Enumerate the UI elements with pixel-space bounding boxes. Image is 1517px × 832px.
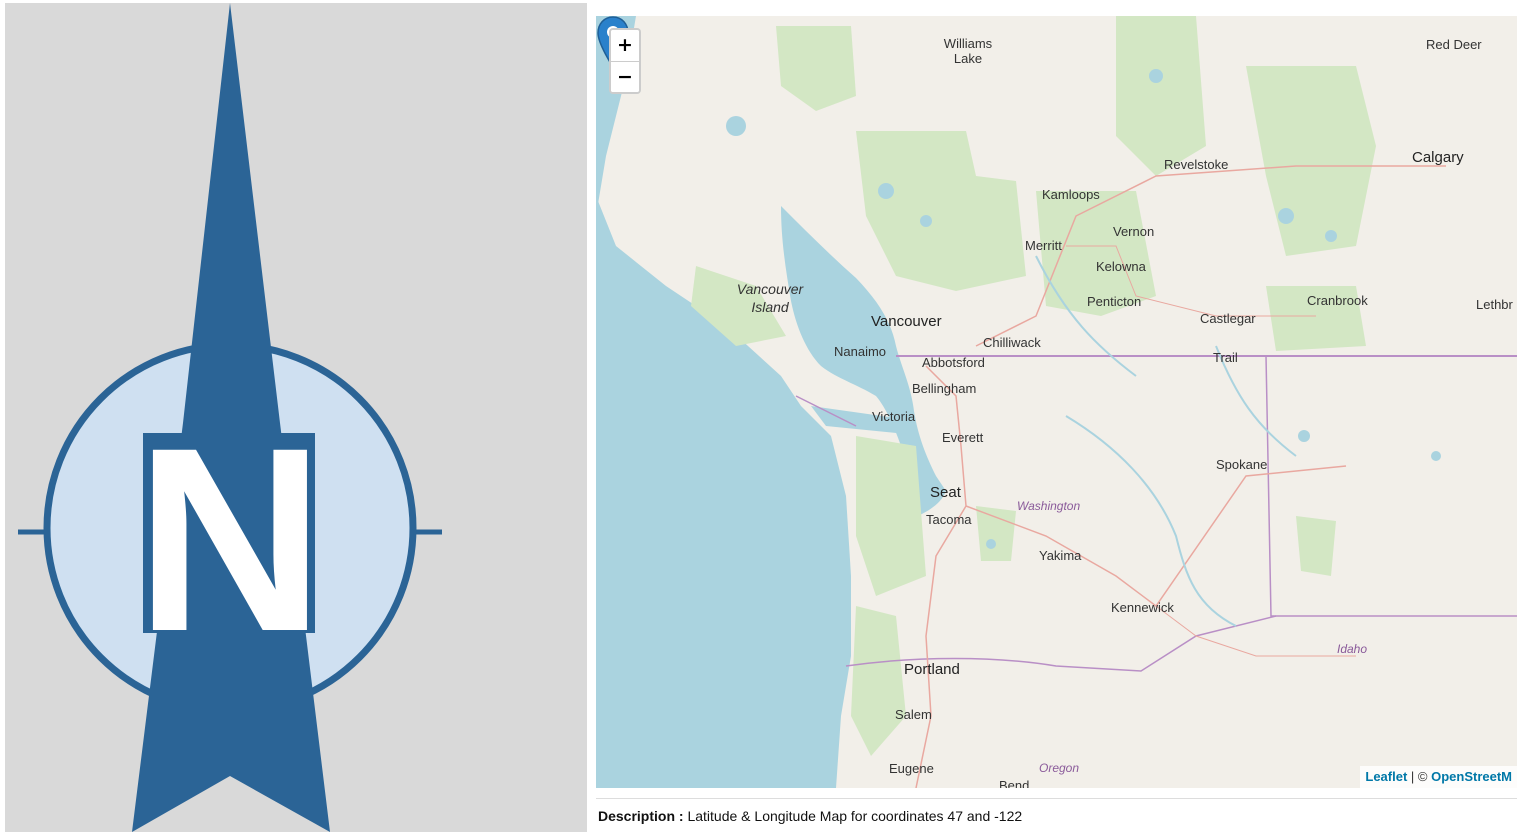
description: Description : Latitude & Longitude Map f…	[598, 808, 1022, 824]
map-label-chilliwack: Chilliwack	[983, 335, 1041, 350]
compass-logo-icon: N	[18, 3, 442, 832]
map-label-vancouver-island: Vancouver Island	[736, 281, 804, 315]
divider	[596, 798, 1517, 799]
map-label-williams-lake: Williams Lake	[943, 36, 993, 66]
map-label-tacoma: Tacoma	[926, 512, 972, 527]
map-label-nanaimo: Nanaimo	[834, 344, 887, 359]
map-label-penticton: Penticton	[1087, 294, 1142, 309]
map-label-vancouver: Vancouver	[871, 313, 942, 330]
map-label-kelowna: Kelowna	[1096, 259, 1146, 274]
map-tiles[interactable]	[596, 16, 1517, 788]
map-label-victoria: Victoria	[872, 409, 916, 424]
leaflet-link[interactable]: Leaflet	[1365, 769, 1407, 784]
map-label-idaho: Idaho	[1337, 642, 1368, 656]
map-label-yakima: Yakima	[1039, 548, 1082, 563]
zoom-out-button[interactable]: −	[611, 62, 639, 92]
map-view[interactable]: Williams Lake Red Deer Revelstoke Calgar…	[596, 16, 1517, 788]
map-label-trail: Trail	[1213, 350, 1238, 365]
map-label-kennewick: Kennewick	[1111, 600, 1174, 615]
zoom-in-button[interactable]: +	[611, 30, 639, 62]
map-label-salem: Salem	[895, 707, 932, 722]
compass-logo-panel: N	[5, 3, 587, 832]
map-label-merritt: Merritt	[1025, 238, 1062, 253]
map-label-spokane: Spokane	[1216, 457, 1268, 472]
map-label-portland: Portland	[904, 661, 960, 678]
map-label-castlegar: Castlegar	[1200, 311, 1256, 326]
map-label-cranbrook: Cranbrook	[1307, 293, 1368, 308]
map-label-calgary: Calgary	[1412, 149, 1464, 166]
map-label-washington: Washington	[1017, 499, 1081, 513]
map-label-vernon: Vernon	[1113, 224, 1155, 239]
map-label-revelstoke: Revelstoke	[1164, 157, 1229, 172]
description-text: Latitude & Longitude Map for coordinates…	[683, 808, 1023, 824]
map-label-bellingham: Bellingham	[912, 381, 977, 396]
map-label-kamloops: Kamloops	[1042, 187, 1100, 202]
map-label-oregon: Oregon	[1039, 761, 1080, 775]
compass-letter: N	[135, 393, 324, 686]
map-label-bend: Bend	[999, 778, 1030, 788]
map-attribution: Leaflet | © OpenStreetM	[1360, 766, 1517, 788]
openstreetmap-link[interactable]: OpenStreetM	[1431, 769, 1512, 784]
attribution-separator: | ©	[1407, 769, 1432, 784]
map-label-eugene: Eugene	[889, 761, 934, 776]
map-label-red-deer: Red Deer	[1426, 37, 1482, 52]
map-label-seattle: Seat	[930, 484, 961, 501]
description-label: Description :	[598, 808, 684, 824]
map-label-lethbridge: Lethbr	[1476, 297, 1513, 312]
map-label-everett: Everett	[942, 430, 984, 445]
zoom-control: + −	[609, 28, 641, 94]
map-label-abbotsford: Abbotsford	[922, 355, 985, 370]
